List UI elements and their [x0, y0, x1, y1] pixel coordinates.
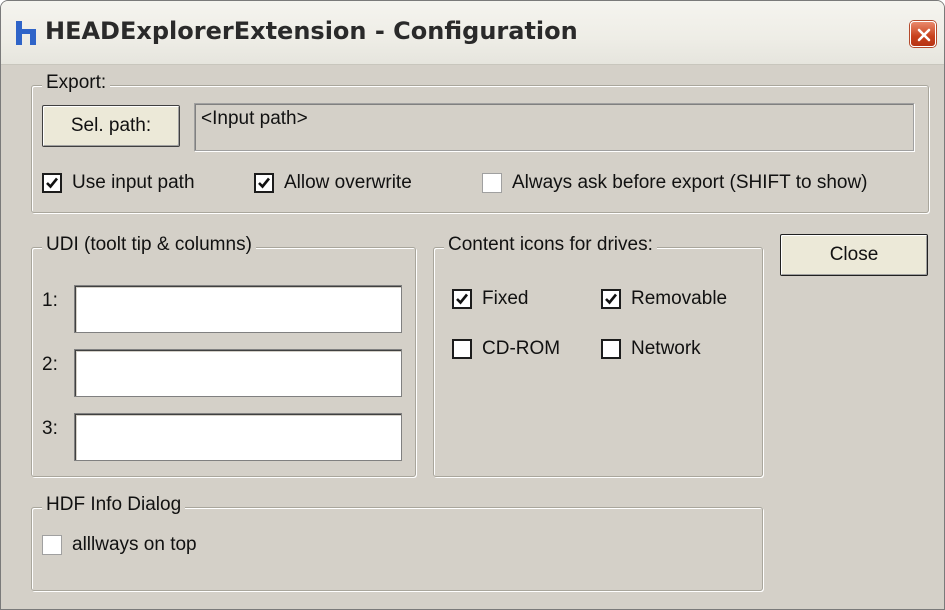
export-group: Export: Sel. path: <Input path> Use inpu… — [31, 72, 929, 213]
export-legend: Export: — [42, 72, 111, 94]
udi-field-3-input[interactable] — [74, 413, 402, 461]
always-ask-label: Always ask before export (SHIFT to show) — [512, 172, 868, 193]
select-path-button[interactable]: Sel. path: — [42, 105, 180, 147]
network-checkbox[interactable]: Network — [601, 338, 701, 360]
udi-field-1-input[interactable] — [74, 285, 402, 333]
network-box — [601, 339, 621, 359]
fixed-checkmark — [452, 289, 472, 309]
hdf-info-group: HDF Info Dialog alllways on top — [31, 494, 763, 591]
cdrom-checkbox[interactable]: CD-ROM — [452, 338, 560, 360]
app-icon — [16, 21, 36, 45]
always-on-top-box — [42, 535, 62, 555]
cdrom-label: CD-ROM — [482, 338, 561, 359]
close-icon — [917, 28, 931, 42]
udi-field-1-label: 1: — [42, 290, 58, 311]
always-on-top-label: alllways on top — [72, 534, 197, 555]
use-input-path-checkmark — [42, 173, 62, 193]
allow-overwrite-checkbox[interactable]: Allow overwrite — [254, 172, 412, 194]
checkmark-icon — [258, 177, 271, 189]
removable-checkmark — [601, 289, 621, 309]
udi-field-3-label: 3: — [42, 418, 58, 439]
always-ask-box — [482, 173, 502, 193]
udi-field-2-label: 2: — [42, 354, 58, 375]
window-close-button[interactable] — [910, 21, 936, 47]
use-input-path-checkbox[interactable]: Use input path — [42, 172, 195, 194]
dialog-body: Export: Sel. path: <Input path> Use inpu… — [1, 65, 944, 609]
use-input-path-label: Use input path — [72, 172, 195, 193]
content-icons-legend: Content icons for drives: — [444, 234, 657, 256]
config-window: HEADExplorerExtension - Configuration Ex… — [0, 0, 945, 610]
cdrom-box — [452, 339, 472, 359]
allow-overwrite-label: Allow overwrite — [284, 172, 412, 193]
removable-checkbox[interactable]: Removable — [601, 288, 727, 310]
content-icons-group: Content icons for drives: Fixed Removabl… — [433, 234, 763, 477]
fixed-label: Fixed — [482, 288, 529, 309]
fixed-checkbox[interactable]: Fixed — [452, 288, 528, 310]
title-bar[interactable]: HEADExplorerExtension - Configuration — [1, 1, 944, 65]
checkmark-icon — [46, 177, 59, 189]
udi-field-2-input[interactable] — [74, 349, 402, 397]
network-label: Network — [631, 338, 701, 359]
close-button[interactable]: Close — [780, 234, 928, 276]
always-ask-checkbox[interactable]: Always ask before export (SHIFT to show) — [482, 172, 868, 194]
hdf-info-legend: HDF Info Dialog — [42, 494, 186, 516]
allow-overwrite-checkmark — [254, 173, 274, 193]
checkmark-icon — [605, 293, 618, 305]
removable-label: Removable — [631, 288, 728, 309]
udi-legend: UDI (toolt tip & columns) — [42, 234, 256, 256]
always-on-top-checkbox[interactable]: alllways on top — [42, 534, 197, 556]
window-title: HEADExplorerExtension - Configuration — [45, 17, 578, 45]
input-path-field[interactable]: <Input path> — [194, 103, 914, 151]
udi-group: UDI (toolt tip & columns) 1: 2: 3: — [31, 234, 416, 477]
checkmark-icon — [456, 293, 469, 305]
